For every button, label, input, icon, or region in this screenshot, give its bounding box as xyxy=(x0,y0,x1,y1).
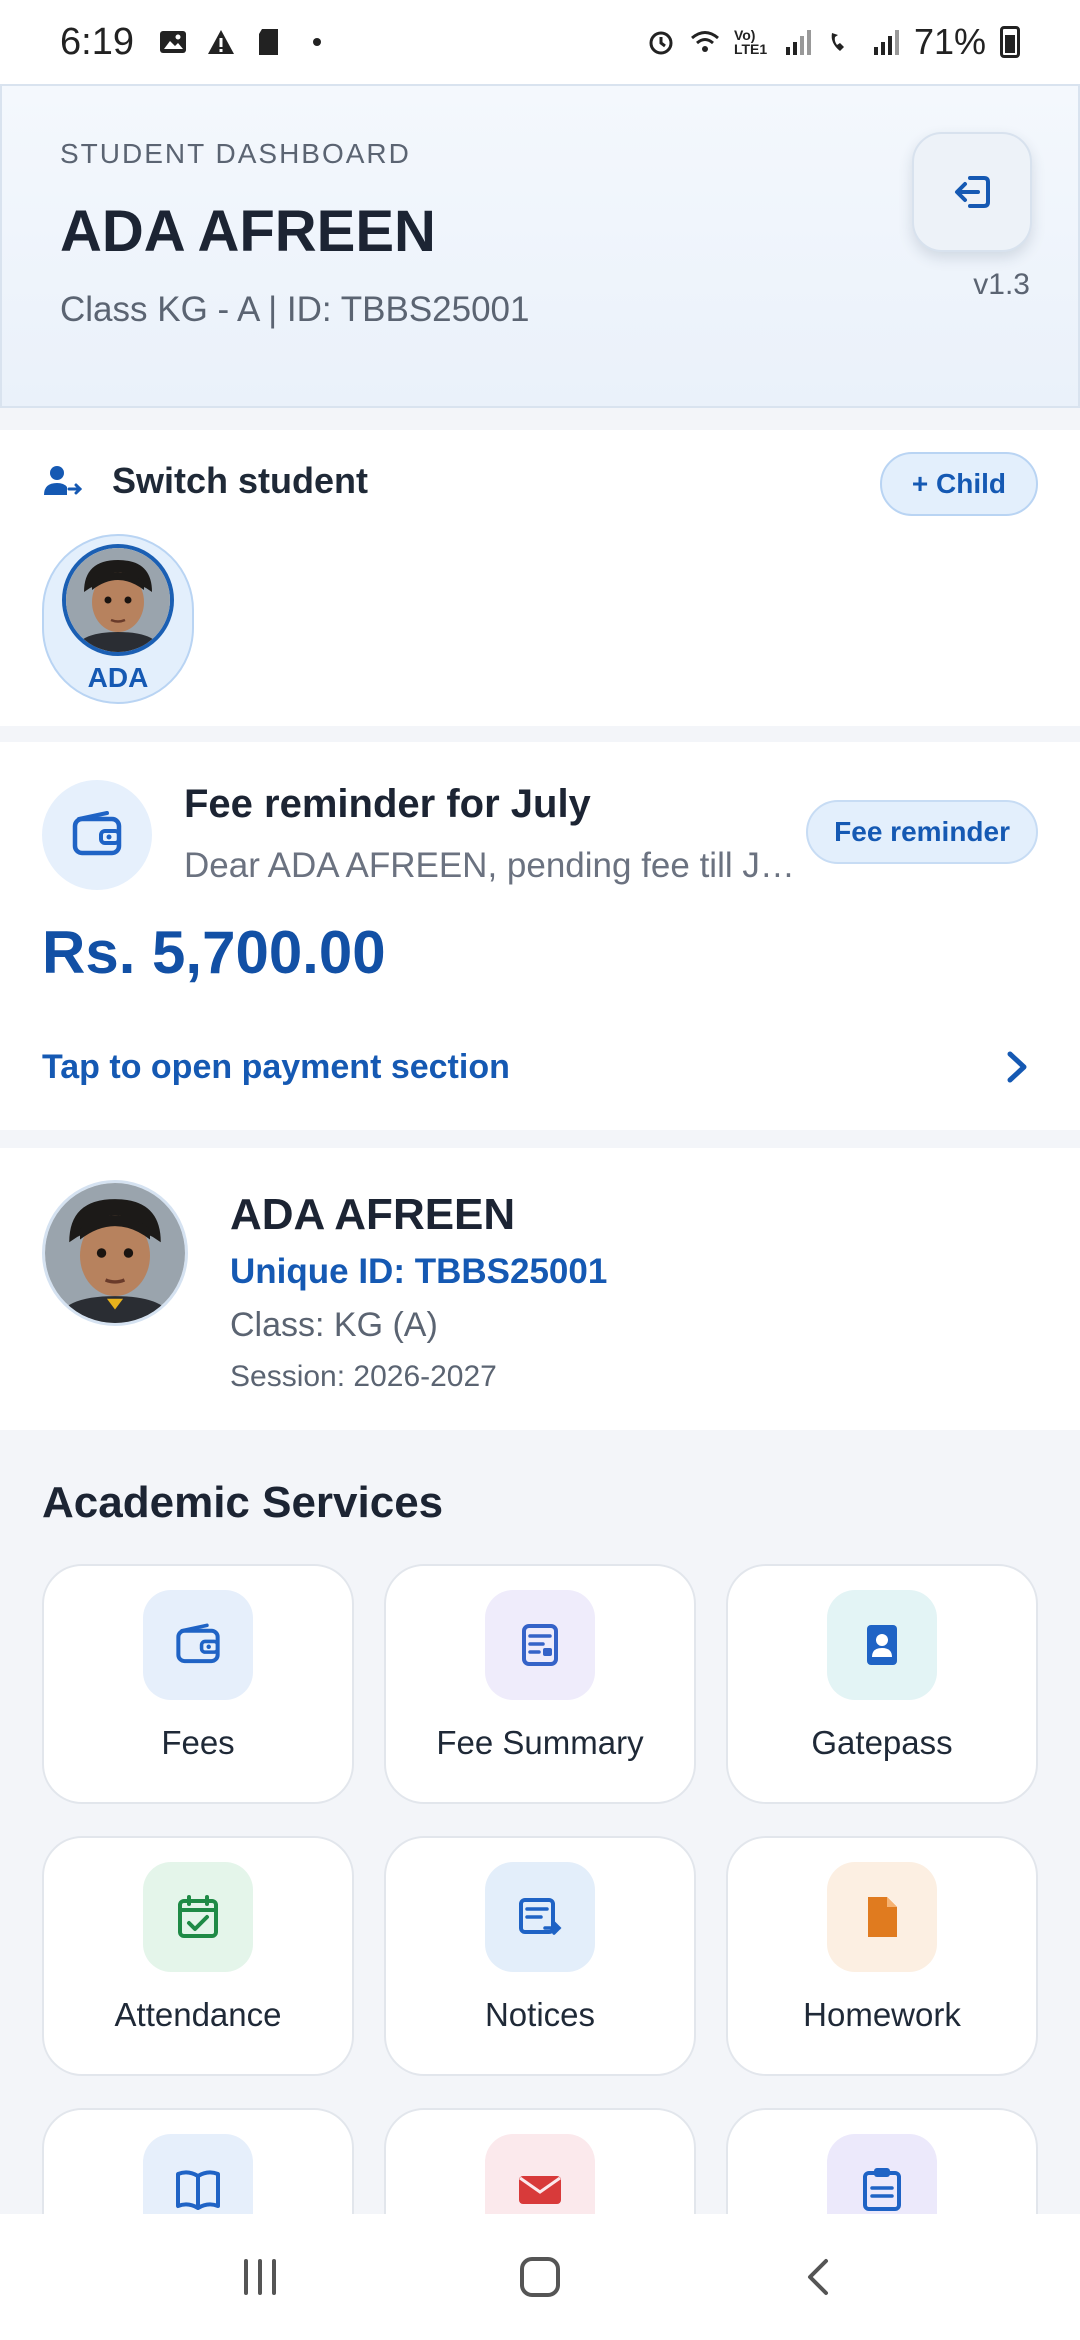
wifi-icon xyxy=(690,31,719,52)
service-label: Notices xyxy=(484,1996,596,2033)
academic-services-title: Academic Services xyxy=(42,1478,444,1527)
system-navigation-bar xyxy=(0,2214,1080,2340)
fee-wallet-badge xyxy=(42,780,152,890)
service-tile-fee-summary[interactable]: Fee Summary xyxy=(384,1564,696,1804)
service-label: Fee Summary xyxy=(436,1724,644,1761)
wifi-calling-icon xyxy=(831,33,844,51)
switch-student-title: Switch student xyxy=(112,460,369,501)
chevron-right-icon[interactable] xyxy=(996,1042,1036,1092)
service-tile-homework[interactable]: Homework xyxy=(726,1836,1038,2076)
open-payment-link[interactable]: Tap to open payment section xyxy=(42,1048,510,1087)
profile-session: Session: 2026-2027 xyxy=(230,1360,497,1393)
service-label: Fees xyxy=(161,1724,235,1761)
service-label: Attendance xyxy=(114,1996,282,2033)
logout-button[interactable] xyxy=(912,132,1032,252)
receipt-icon xyxy=(485,1590,595,1700)
switch-user-icon xyxy=(44,466,82,495)
logout-icon xyxy=(955,176,990,208)
fee-reminder-badge: Fee reminder xyxy=(806,800,1038,864)
fee-reminder-title: Fee reminder for July xyxy=(184,782,591,826)
sd-card-icon xyxy=(258,29,278,55)
service-label: Gatepass xyxy=(811,1724,953,1761)
profile-unique-id: Unique ID: TBBS25001 xyxy=(230,1252,608,1291)
warning-icon xyxy=(207,30,234,54)
back-icon xyxy=(808,2259,828,2295)
dashboard-eyebrow: STUDENT DASHBOARD xyxy=(60,138,411,169)
service-tile-fees[interactable]: Fees xyxy=(42,1564,354,1804)
status-bar: 6:19 Vo) LTE1 71% xyxy=(0,0,1080,84)
network-label: Vo) LTE1 xyxy=(733,27,768,57)
dashboard-header: STUDENT DASHBOARD ADA AFREEN Class KG - … xyxy=(0,84,1080,408)
calendar-check-icon xyxy=(143,1862,253,1972)
battery-icon xyxy=(1000,26,1020,58)
student-chip-label: ADA xyxy=(87,662,149,693)
wallet-icon xyxy=(143,1590,253,1700)
badge-icon xyxy=(827,1590,937,1700)
student-chip-avatar xyxy=(62,544,174,656)
class-id-subtitle: Class KG - A | ID: TBBS25001 xyxy=(60,290,530,329)
student-photo-large xyxy=(45,1183,185,1323)
fee-reminder-card[interactable]: Fee reminder for July Dear ADA AFREEN, p… xyxy=(0,742,1080,1130)
recents-button[interactable] xyxy=(220,2237,300,2317)
status-time: 6:19 xyxy=(60,20,134,63)
recents-icon xyxy=(244,2259,276,2295)
back-button[interactable] xyxy=(780,2237,860,2317)
profile-class: Class: KG (A) xyxy=(230,1306,438,1344)
service-tile-attendance[interactable]: Attendance xyxy=(42,1836,354,2076)
home-icon xyxy=(520,2257,560,2297)
switch-student-header: Switch student xyxy=(42,460,368,502)
notice-icon xyxy=(485,1862,595,1972)
service-label: Homework xyxy=(803,1996,961,2033)
battery-percent: 71% xyxy=(913,21,986,62)
student-photo xyxy=(66,548,170,652)
signal-2-icon xyxy=(873,30,899,55)
image-icon xyxy=(159,31,186,53)
service-tile-gatepass[interactable]: Gatepass xyxy=(726,1564,1038,1804)
dot-icon xyxy=(312,38,321,46)
student-avatar xyxy=(42,1180,188,1326)
wallet-icon xyxy=(72,811,122,856)
home-button[interactable] xyxy=(500,2237,580,2317)
service-tile-notices[interactable]: Notices xyxy=(384,1836,696,2076)
app-version: v1.3 xyxy=(973,268,1030,301)
signal-icon xyxy=(785,30,811,55)
student-chip-ada[interactable]: ADA xyxy=(42,534,194,704)
fee-reminder-message: Dear ADA AFREEN, pending fee till J… xyxy=(184,846,795,885)
system-icons: Vo) LTE1 71% xyxy=(646,21,1020,63)
document-icon xyxy=(827,1862,937,1972)
switch-student-section: Switch student + Child ADA xyxy=(0,430,1080,726)
student-profile-card: ADA AFREEN Unique ID: TBBS25001 Class: K… xyxy=(0,1148,1080,1430)
add-child-button[interactable]: + Child xyxy=(879,452,1038,516)
notification-icons xyxy=(158,27,332,57)
fee-amount: Rs. 5,700.00 xyxy=(42,919,386,986)
profile-name: ADA AFREEN xyxy=(230,1190,516,1239)
alarm-icon xyxy=(649,31,673,55)
student-name-heading: ADA AFREEN xyxy=(60,199,436,264)
